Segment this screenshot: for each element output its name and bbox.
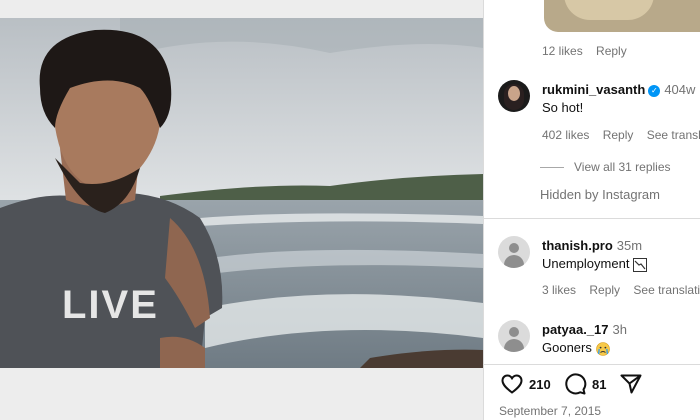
comment-time[interactable]: 3h bbox=[613, 322, 627, 337]
like-count[interactable]: 210 bbox=[529, 377, 551, 392]
comment-username[interactable]: patyaa._17 bbox=[542, 322, 609, 337]
comment-reply-button[interactable]: Reply bbox=[589, 283, 620, 297]
post-photo[interactable]: LIVE bbox=[0, 18, 483, 368]
comment-header: patyaa._17 3h bbox=[542, 322, 627, 337]
comment-meta: 3 likes Reply See translation bbox=[542, 283, 700, 297]
section-divider bbox=[484, 218, 700, 219]
previous-comment-image[interactable] bbox=[544, 0, 700, 32]
shirt-text: LIVE bbox=[62, 283, 159, 327]
comment-count[interactable]: 81 bbox=[592, 377, 606, 392]
comment-time[interactable]: 35m bbox=[617, 238, 642, 253]
comment-username[interactable]: thanish.pro bbox=[542, 238, 613, 253]
post-date[interactable]: September 7, 2015 bbox=[499, 404, 601, 418]
photo-top-strip bbox=[0, 0, 483, 18]
avatar[interactable] bbox=[498, 80, 530, 112]
comment-text: Unemployment bbox=[542, 256, 630, 271]
send-icon bbox=[620, 374, 642, 394]
comments-panel: 12 likes Reply rukmini_vasanth ✓ 404w So h… bbox=[484, 0, 700, 420]
comment-reply-button[interactable]: Reply bbox=[603, 128, 634, 142]
share-button[interactable] bbox=[619, 372, 643, 396]
avatar[interactable] bbox=[498, 320, 530, 352]
view-replies-button[interactable]: View all 31 replies bbox=[540, 160, 671, 174]
photo-bottom-strip bbox=[0, 368, 483, 420]
previous-comment-meta: 12 likes Reply bbox=[542, 44, 637, 58]
heart-icon bbox=[501, 374, 523, 394]
actions-divider bbox=[484, 364, 700, 365]
comment-username[interactable]: rukmini_vasanth bbox=[542, 82, 645, 97]
previous-comment-reply-button[interactable]: Reply bbox=[596, 44, 627, 58]
comment-header: thanish.pro 35m bbox=[542, 238, 642, 253]
replies-line bbox=[540, 167, 564, 169]
see-translation-link[interactable]: See translation bbox=[647, 128, 700, 142]
comment-meta: 402 likes Reply See translation bbox=[542, 128, 700, 142]
hidden-by-instagram[interactable]: Hidden by Instagram bbox=[540, 187, 660, 202]
comment-button[interactable] bbox=[563, 372, 587, 396]
comment-text: Gooners bbox=[542, 340, 592, 355]
comment-bubble-icon bbox=[565, 373, 587, 395]
post-photo-illustration: LIVE bbox=[0, 18, 483, 368]
view-replies-label: View all 31 replies bbox=[574, 160, 671, 174]
previous-comment-likes[interactable]: 12 likes bbox=[542, 44, 583, 58]
crying-face-icon bbox=[596, 341, 610, 356]
comment-header: rukmini_vasanth ✓ 404w bbox=[542, 82, 695, 97]
comment-text-row: Gooners bbox=[542, 340, 610, 356]
chart-decreasing-icon bbox=[633, 257, 648, 272]
comment-text-row: Unemployment bbox=[542, 256, 648, 272]
comment-time[interactable]: 404w bbox=[664, 82, 695, 97]
avatar[interactable] bbox=[498, 236, 530, 268]
see-translation-link[interactable]: See translation bbox=[633, 283, 700, 297]
comment-text: So hot! bbox=[542, 100, 584, 115]
verified-badge-icon: ✓ bbox=[648, 84, 661, 97]
comment-likes[interactable]: 3 likes bbox=[542, 283, 576, 297]
comment-likes[interactable]: 402 likes bbox=[542, 128, 589, 142]
like-button[interactable] bbox=[500, 372, 524, 396]
